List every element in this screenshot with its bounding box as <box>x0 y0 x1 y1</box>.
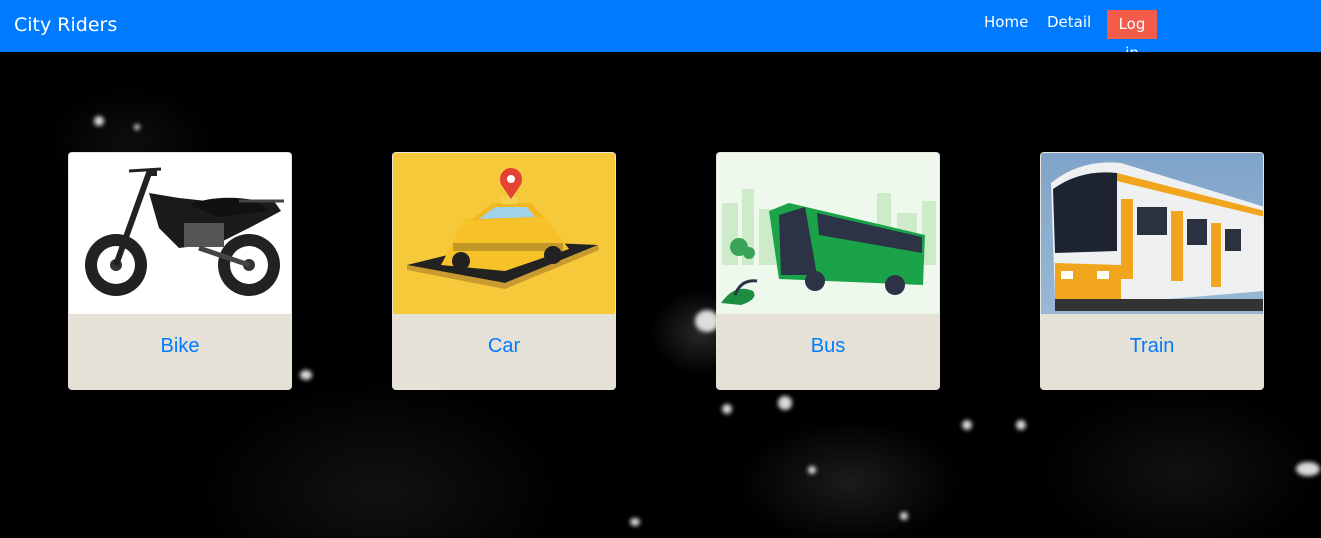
train-image <box>1041 153 1263 314</box>
taxi-icon <box>407 168 599 289</box>
vehicle-cards: Bike Car Bus Train <box>0 0 1321 538</box>
vehicle-title-car[interactable]: Car <box>393 334 615 358</box>
taxi-car-image <box>393 153 615 314</box>
vehicle-title-bus[interactable]: Bus <box>717 334 939 358</box>
vehicle-card-car[interactable]: Car <box>392 152 616 390</box>
bus-icon <box>721 189 936 305</box>
vehicle-title-bike[interactable]: Bike <box>69 334 291 358</box>
green-bus-image <box>717 153 939 314</box>
vehicle-card-bike[interactable]: Bike <box>68 152 292 390</box>
vehicle-card-bus[interactable]: Bus <box>716 152 940 390</box>
vehicle-title-train[interactable]: Train <box>1041 334 1263 358</box>
motorcycle-image <box>69 153 291 314</box>
train-icon <box>1051 162 1263 311</box>
vehicle-card-train[interactable]: Train <box>1040 152 1264 390</box>
motorcycle-icon <box>85 167 284 296</box>
